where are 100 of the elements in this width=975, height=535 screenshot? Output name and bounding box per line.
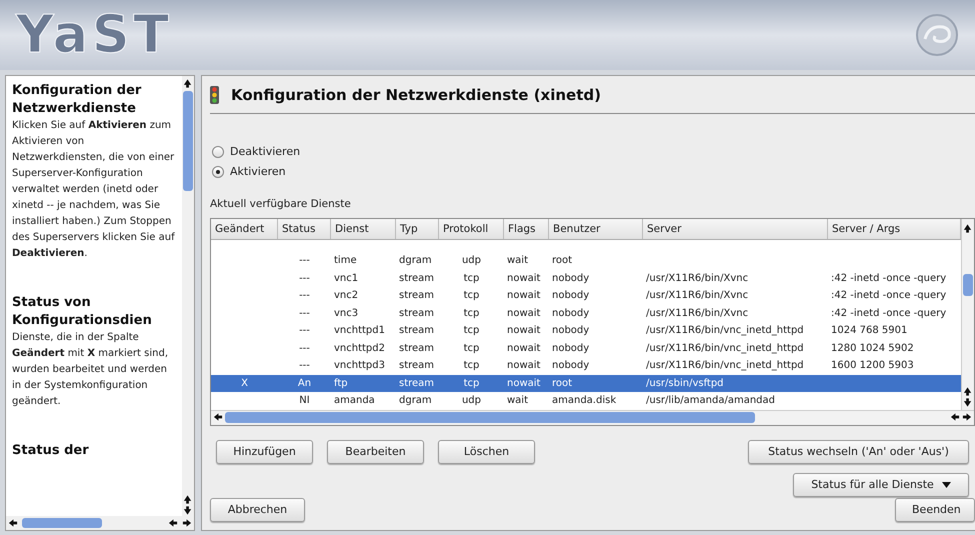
table-cell: --- bbox=[299, 360, 310, 372]
column-header[interactable]: Server bbox=[643, 219, 828, 240]
scroll-down-icon[interactable] bbox=[963, 396, 973, 408]
scrollbar-thumb[interactable] bbox=[183, 91, 193, 191]
table-cell: 1280 1024 5902 bbox=[831, 342, 914, 354]
table-cell: root bbox=[552, 255, 572, 266]
table-cell: udp bbox=[462, 255, 482, 266]
table-cell: tcp bbox=[464, 272, 480, 284]
horizontal-scrollbar[interactable] bbox=[211, 410, 974, 425]
scroll-right-icon[interactable] bbox=[182, 518, 192, 528]
table-cell: wait bbox=[507, 395, 528, 406]
table-cell: ftp bbox=[334, 378, 348, 389]
table-row[interactable]: --- vnc3 stream tcp nowait nobody /usr/X11R6/bin/Xvnc :42 -inetd -once -query bbox=[211, 304, 961, 322]
radio-button[interactable] bbox=[212, 146, 224, 158]
traffic-light-icon bbox=[210, 86, 219, 104]
toggle-status-button[interactable]: Status wechseln ('An' oder 'Aus') bbox=[748, 440, 969, 464]
table-cell: NI bbox=[299, 395, 310, 406]
scroll-right-icon[interactable] bbox=[962, 412, 972, 424]
scroll-up-icon[interactable] bbox=[183, 78, 193, 89]
table-cell: :42 -inetd -once -query bbox=[831, 272, 946, 284]
column-header[interactable]: Status bbox=[278, 219, 331, 240]
table-cell: tcp bbox=[464, 290, 480, 302]
table-cell: /usr/lib/amanda/amandad bbox=[646, 395, 776, 406]
table-cell: tcp bbox=[464, 360, 480, 372]
table-cell: 1024 768 5901 bbox=[831, 325, 908, 336]
table-row[interactable]: --- vnchttpd3 stream tcp nowait nobody /usr/X11R6/bin/vnc_inetd_httpd 1600 1200 5903 bbox=[211, 357, 961, 375]
table-cell: 1600 1200 5903 bbox=[831, 360, 914, 372]
scroll-up-icon[interactable] bbox=[963, 386, 973, 397]
table-cell: --- bbox=[299, 342, 310, 354]
column-header[interactable]: Benutzer bbox=[549, 219, 643, 240]
action-button[interactable]: Hinzufügen bbox=[216, 440, 313, 464]
column-header[interactable]: Geändert bbox=[211, 219, 278, 240]
table-cell: vnc2 bbox=[334, 290, 358, 302]
table-cell: amanda bbox=[334, 395, 375, 406]
table-cell: /usr/X11R6/bin/Xvnc bbox=[646, 290, 748, 302]
table-cell: nowait bbox=[507, 378, 540, 389]
table-cell: vnc3 bbox=[334, 308, 358, 319]
table-cell: nowait bbox=[507, 290, 540, 302]
table-cell: wait bbox=[507, 255, 528, 266]
table-cell: tcp bbox=[464, 325, 480, 336]
table-row[interactable]: X An ftp stream tcp nowait root /usr/sbin/vsftpd bbox=[211, 374, 961, 392]
radio-button[interactable] bbox=[212, 166, 224, 178]
action-button[interactable]: Bearbeiten bbox=[327, 440, 424, 464]
dropdown-arrow-icon bbox=[942, 482, 951, 488]
table-cell: time bbox=[334, 255, 357, 266]
horizontal-scrollbar[interactable] bbox=[6, 516, 194, 530]
column-header[interactable]: Protokoll bbox=[439, 219, 504, 240]
table-cell: /usr/X11R6/bin/Xvnc bbox=[646, 272, 748, 284]
scroll-left-icon[interactable] bbox=[168, 518, 178, 528]
table-row[interactable]: --- vnc2 stream tcp nowait nobody /usr/X11R6/bin/Xvnc :42 -inetd -once -query bbox=[211, 287, 961, 305]
table-cell: tcp bbox=[464, 308, 480, 319]
scroll-up-icon[interactable] bbox=[183, 494, 193, 505]
table-cell: tcp bbox=[464, 342, 480, 354]
cancel-button[interactable]: Abbrechen bbox=[210, 498, 305, 522]
finish-button[interactable]: Beenden bbox=[895, 498, 975, 522]
vertical-scrollbar[interactable] bbox=[961, 219, 974, 410]
app-logo: YaST bbox=[16, 9, 173, 61]
table-row[interactable]: --- vnchttpd2 stream tcp nowait nobody /usr/X11R6/bin/vnc_inetd_httpd 1280 1024 5902 bbox=[211, 340, 961, 358]
scroll-left-icon[interactable] bbox=[8, 518, 18, 528]
table-row[interactable]: NI amanda dgram udp wait amanda.disk /usr/lib/amanda/amandad bbox=[211, 392, 961, 410]
table-cell: vnc1 bbox=[334, 272, 358, 284]
table-cell: amanda.disk bbox=[552, 395, 616, 406]
scroll-left-icon[interactable] bbox=[213, 412, 223, 424]
table-cell: dgram bbox=[399, 255, 432, 266]
table-cell: root bbox=[552, 378, 572, 389]
status-all-button[interactable]: Status für alle Dienste bbox=[793, 472, 969, 497]
table-cell: nowait bbox=[507, 360, 540, 372]
scrollbar-thumb[interactable] bbox=[22, 518, 102, 528]
table-cell: vnchttpd2 bbox=[334, 342, 385, 354]
table-cell: nobody bbox=[552, 272, 590, 284]
help-heading: Status von Konfigurationsdien bbox=[12, 294, 153, 330]
table-cell: nobody bbox=[552, 342, 590, 354]
table-row[interactable]: --- vnchttpd1 stream tcp nowait nobody /usr/X11R6/bin/vnc_inetd_httpd 1024 768 5901 bbox=[211, 322, 961, 340]
table-row[interactable]: --- time dgram udp wait root bbox=[211, 252, 961, 270]
table-cell: tcp bbox=[464, 378, 480, 389]
action-button[interactable]: Löschen bbox=[438, 440, 535, 464]
table-cell: nowait bbox=[507, 308, 540, 319]
table-row[interactable]: --- vnc1 stream tcp nowait nobody /usr/X11R6/bin/Xvnc :42 -inetd -once -query bbox=[211, 270, 961, 288]
help-text: Dienste, die in der Spalte Geändert mit X markiert sind, wurden bearbeitet und werden in der Systemkonfiguration geändert. bbox=[12, 331, 169, 409]
table-cell: nobody bbox=[552, 325, 590, 336]
column-header[interactable]: Typ bbox=[396, 219, 439, 240]
radio-option[interactable]: Deaktivieren bbox=[212, 144, 300, 160]
table-cell: --- bbox=[299, 308, 310, 319]
vertical-scrollbar[interactable] bbox=[182, 76, 194, 516]
table-cell: nobody bbox=[552, 290, 590, 302]
column-header[interactable]: Flags bbox=[504, 219, 549, 240]
column-header[interactable]: Dienst bbox=[331, 219, 396, 240]
table-cell: udp bbox=[462, 395, 482, 406]
table-cell: /usr/X11R6/bin/vnc_inetd_httpd bbox=[646, 342, 804, 354]
scrollbar-thumb[interactable] bbox=[225, 412, 755, 424]
table-cell: nowait bbox=[507, 272, 540, 284]
table-cell: :42 -inetd -once -query bbox=[831, 290, 946, 302]
scroll-left-icon[interactable] bbox=[950, 412, 960, 424]
table-cell: --- bbox=[299, 272, 310, 284]
scrollbar-thumb[interactable] bbox=[963, 274, 973, 296]
table-cell: An bbox=[298, 378, 312, 389]
radio-option[interactable]: Aktivieren bbox=[212, 164, 286, 180]
scroll-up-icon[interactable] bbox=[963, 223, 973, 234]
table-cell: /usr/X11R6/bin/Xvnc bbox=[646, 308, 748, 319]
scroll-down-icon[interactable] bbox=[183, 505, 193, 516]
